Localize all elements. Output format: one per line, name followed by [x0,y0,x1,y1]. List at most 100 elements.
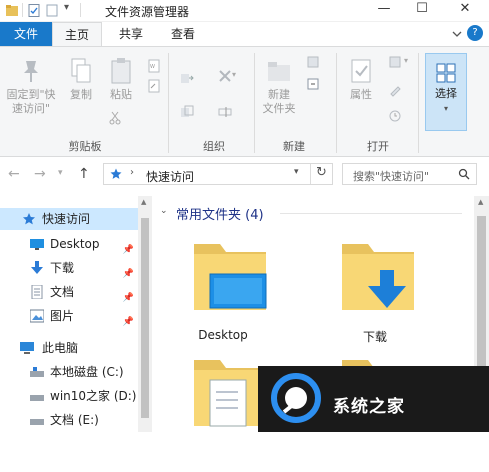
history-icon[interactable] [388,109,402,123]
tab-view[interactable]: 查看 [160,22,206,46]
copy-button[interactable]: 复制 [64,57,98,102]
search-icon[interactable] [458,168,470,180]
logo-icon [271,373,321,423]
nav-item-drive-c[interactable]: 本地磁盘 (C:) [0,361,138,383]
cut-icon[interactable] [108,111,122,125]
new-folder-label-line2: 文件夹 [262,102,296,115]
maximize-button[interactable]: ☐ [405,0,439,20]
organize-group-label: 组织 [203,140,225,153]
pin-icon: 📌 [122,317,134,327]
copy-to-icon[interactable] [180,105,194,119]
nav-item-this-pc[interactable]: 此电脑 [0,337,138,359]
properties-icon [351,59,371,83]
open-group-label: 打开 [367,140,389,153]
easy-access-icon[interactable] [306,77,320,91]
paste-shortcut-icon[interactable] [147,79,161,93]
window-title: 文件资源管理器 [105,5,190,19]
picture-icon [30,309,44,323]
customize-quick-access-icon[interactable]: ▾ [64,2,69,13]
folder-label: 下载 [362,330,387,344]
nav-item-downloads[interactable]: 下载 📌 [0,257,138,279]
delete-icon[interactable] [218,69,232,83]
nav-item-label: 文档 (E:) [50,413,99,427]
nav-item-drive-e[interactable]: 文档 (E:) [0,409,138,431]
nav-item-label: 图片 [50,309,75,323]
chevron-down-icon[interactable]: ⌄ [160,206,168,216]
nav-item-label: 下载 [50,261,75,275]
folder-icon[interactable] [6,4,18,17]
nav-item-pictures[interactable]: 图片 📌 [0,305,138,327]
up-arrow-icon[interactable]: ↑ [78,166,90,182]
properties-label: 属性 [350,88,372,101]
select-button[interactable]: 选择 ▾ [425,53,467,131]
pin-to-quick-access-button[interactable]: 固定到"快 速访问" [2,57,60,116]
download-icon [31,261,43,274]
address-bar[interactable]: › 快速访问 ▾ ↻ [103,163,333,185]
move-to-icon[interactable] [180,71,194,85]
select-label: 选择 [435,87,457,100]
refresh-icon[interactable]: ↻ [316,165,327,180]
nav-item-drive-d[interactable]: win10之家 (D:) [0,385,138,407]
tab-home[interactable]: 主页 [52,22,102,46]
ribbon-separator [168,53,169,153]
address-divider [310,164,311,184]
pin-icon [24,61,38,82]
folder-item-desktop[interactable]: Desktop [168,210,278,342]
folder-label: Desktop [198,328,248,342]
properties-button[interactable]: 属性 [344,57,378,102]
nav-item-label: 快速访问 [42,212,91,226]
scroll-up-icon[interactable]: ▲ [478,198,483,206]
chevron-down-icon[interactable] [450,27,464,41]
new-item-icon[interactable] [306,55,320,69]
drive-icon [30,395,44,401]
copy-path-icon[interactable]: W [147,59,161,73]
properties-quick-icon[interactable] [28,4,40,17]
back-arrow-icon[interactable]: ← [8,166,20,182]
title-divider [80,3,81,17]
pin-label-line1: 固定到"快 [6,88,56,101]
navigation-pane: 快速访问 Desktop 📌 下载 📌 文档 📌 图片 📌 此电脑 本地磁盘 (… [0,196,152,432]
nav-item-desktop[interactable]: Desktop 📌 [0,233,138,255]
tab-file[interactable]: 文件 [0,22,52,46]
copy-label: 复制 [70,88,92,101]
folder-item-downloads[interactable]: 下载 [320,210,430,344]
paste-button[interactable]: 粘贴 [104,57,138,102]
nav-item-quick-access[interactable]: 快速访问 [0,208,138,230]
ribbon: 固定到"快 速访问" 复制 粘贴 W 剪贴板 ▾ 组织 新建 文件夹 新建 属性… [0,46,489,157]
forward-arrow-icon[interactable]: → [34,166,46,182]
breadcrumb-separator-icon[interactable]: › [130,167,134,178]
minimize-button[interactable]: — [367,0,401,20]
edit-icon[interactable] [388,83,402,97]
recent-locations-icon[interactable]: ▾ [58,168,63,178]
ribbon-tabs: 文件 主页 共享 查看 ? [0,22,489,46]
scrollbar-thumb[interactable] [141,218,149,418]
new-folder-label-line1: 新建 [268,88,290,101]
computer-icon [20,342,34,354]
select-all-icon [436,63,456,83]
nav-item-documents[interactable]: 文档 📌 [0,281,138,303]
rename-icon[interactable] [218,105,232,119]
watermark-text: 系统之家 [333,397,405,417]
search-box[interactable]: 搜索"快速访问" [342,163,477,185]
search-input[interactable]: 搜索"快速访问" [353,168,429,184]
nav-item-label: 文档 [50,285,75,299]
scrollbar-thumb[interactable] [477,216,486,366]
delete-dropdown-icon[interactable]: ▾ [232,70,236,79]
nav-item-label: win10之家 (D:) [50,389,137,403]
breadcrumb[interactable]: 快速访问 [146,168,194,185]
address-dropdown-icon[interactable]: ▾ [294,167,299,177]
new-folder-button[interactable]: 新建 文件夹 [258,57,300,116]
scroll-up-icon[interactable]: ▲ [141,198,146,206]
open-dropdown-icon[interactable]: ▾ [404,56,408,65]
ribbon-separator [418,53,419,153]
clipboard-group-label: 剪贴板 [68,140,102,153]
open-icon[interactable] [388,55,402,69]
paste-icon [111,58,131,84]
new-folder-quick-icon[interactable] [46,4,58,17]
star-icon [110,168,122,179]
watermark: 系统之家 [258,366,489,432]
tab-share[interactable]: 共享 [108,22,154,46]
help-button[interactable]: ? [467,25,483,41]
close-button[interactable]: ✕ [448,0,482,20]
nav-pane-scrollbar[interactable]: ▲ [138,196,152,432]
